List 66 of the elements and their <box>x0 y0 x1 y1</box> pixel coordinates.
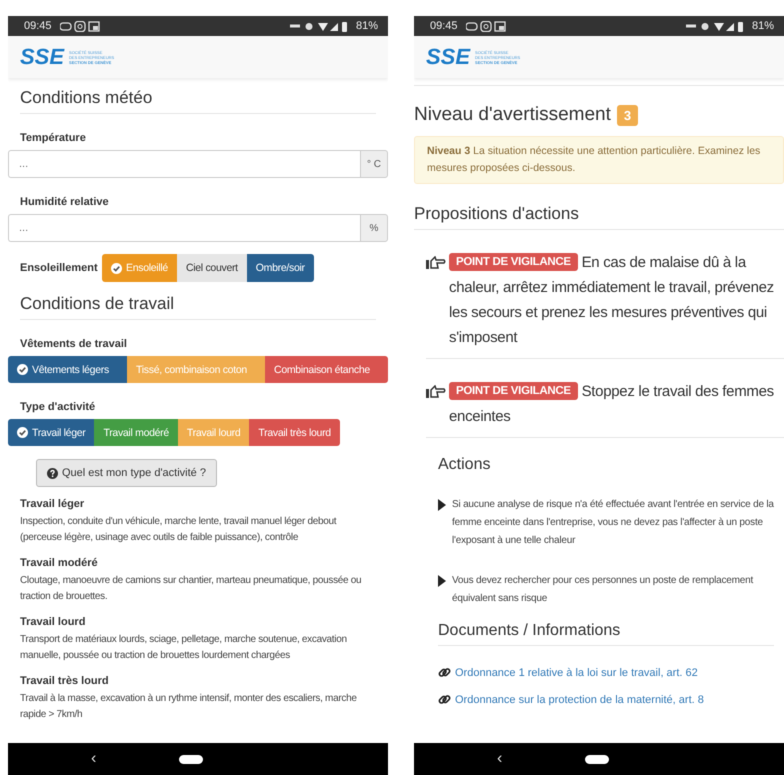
subsection-title: Actions <box>438 456 492 474</box>
definition-title: Travail modéré <box>20 557 99 569</box>
definition-text: Transport de matériaux lourds, sciage, pelletage, marche soutenue, excavation manuelle, poussée ou traction de brouettes lourdement chargées <box>20 633 348 663</box>
document-link[interactable]: Ordonnance 1 relative à la loi sur le travail, art. 62 <box>455 666 698 678</box>
proposal-text: POINT DE VIGILANCE Stoppez le travail des femmes enceintes <box>449 381 775 427</box>
input-field[interactable]: ... <box>8 214 360 242</box>
section-title: Documents / Informations <box>438 622 774 646</box>
vigilance-badge: POINT DE VIGILANCE <box>449 382 578 400</box>
home-button[interactable] <box>179 754 204 764</box>
pointing-hand-icon <box>426 256 446 270</box>
option-button[interactable]: Travail modéré <box>94 419 178 446</box>
link-icon <box>438 693 451 706</box>
action-text: Si aucune analyse de risque n'a été effectuée avant l'entrée en service de la femme enceinte dans l'entreprise, vous ne devez pas l'affecter à un poste l'exposant à une telle chaleur <box>452 498 774 548</box>
back-button[interactable]: ‹ <box>88 749 100 769</box>
vigilance-badge: POINT DE VIGILANCE <box>449 253 578 271</box>
status-time: 09:45 <box>24 20 52 32</box>
option-button[interactable]: Travail léger <box>8 419 94 446</box>
home-button[interactable] <box>585 754 610 764</box>
notification-icons <box>60 20 100 32</box>
back-button[interactable]: ‹ <box>494 749 506 769</box>
action-text: Vous devez rechercher pour ces personnes un poste de remplacement équivalent sans risque <box>452 574 754 606</box>
pointing-hand-icon <box>426 385 446 399</box>
warning-title: Niveau d'avertissement <box>414 104 611 126</box>
triangle-icon <box>438 575 446 587</box>
definition-text: Travail à la masse, excavation à un rythme intensif, monter des escaliers, marche rapide > 7km/h <box>20 692 358 722</box>
warning-alert: Niveau 3 La situation nécessite une attention particulière. Examinez les mesures proposées ci-dessous. <box>414 136 784 184</box>
signal-icons <box>290 20 348 32</box>
document-link[interactable]: Ordonnance sur la protection de la maternité, art. 8 <box>455 694 704 706</box>
section-title: Propositions d'actions <box>414 204 784 230</box>
field-label: Ensoleillement <box>20 262 99 274</box>
help-button[interactable]: Quel est mon type d'activité ? <box>36 459 217 487</box>
field-label: Humidité relative <box>20 196 110 208</box>
battery-level: 81% <box>752 20 774 32</box>
level-badge: 3 <box>616 104 638 126</box>
definition-text: Cloutage, manoeuvre de camions sur chantier, marteau pneumatique, poussée ou traction de brouettes. <box>20 574 362 604</box>
definition-title: Travail léger <box>20 498 86 510</box>
proposal-text: POINT DE VIGILANCE En cas de malaise dû à la chaleur, arrêtez immédiatement le travail, prévenez les secours et prenez les mesures préventives qui s'imposent <box>449 252 775 348</box>
logo-mark: SSE <box>426 44 470 70</box>
check-circle-icon <box>17 427 28 438</box>
input-field[interactable]: ... <box>8 150 360 178</box>
notification-icons <box>466 20 506 32</box>
option-button[interactable]: Vêtements légers <box>8 356 128 383</box>
link-icon <box>438 666 451 679</box>
section-title: Conditions de travail <box>20 294 376 320</box>
option-button[interactable]: Ombre/soir <box>246 254 314 282</box>
field-label: Température <box>20 132 87 144</box>
unit-addon: ° C <box>360 150 388 178</box>
question-circle-icon <box>47 468 58 478</box>
check-circle-icon <box>111 262 122 274</box>
unit-addon: % <box>360 214 388 242</box>
status-time: 09:45 <box>430 20 458 32</box>
triangle-icon <box>438 499 446 511</box>
check-circle-icon <box>17 364 28 375</box>
signal-icons <box>686 20 744 32</box>
definition-title: Travail très lourd <box>20 675 110 687</box>
logo-mark: SSE <box>20 44 64 70</box>
battery-level: 81% <box>356 20 378 32</box>
definition-text: Inspection, conduite d'un véhicule, marche lente, travail manuel léger debout (perceuse légère, usinage avec outils de faible puissance), contrôle <box>20 515 338 545</box>
option-button[interactable]: Ciel couvert <box>176 254 247 282</box>
option-button[interactable]: Travail très lourd <box>249 419 340 446</box>
option-button[interactable]: Combinaison étanche <box>265 356 388 383</box>
field-label: Vêtements de travail <box>20 338 128 350</box>
section-title: Conditions météo <box>20 88 376 114</box>
field-label: Type d'activité <box>20 401 96 413</box>
option-button[interactable]: Ensoleillé <box>102 254 177 282</box>
definition-title: Travail lourd <box>20 616 86 628</box>
